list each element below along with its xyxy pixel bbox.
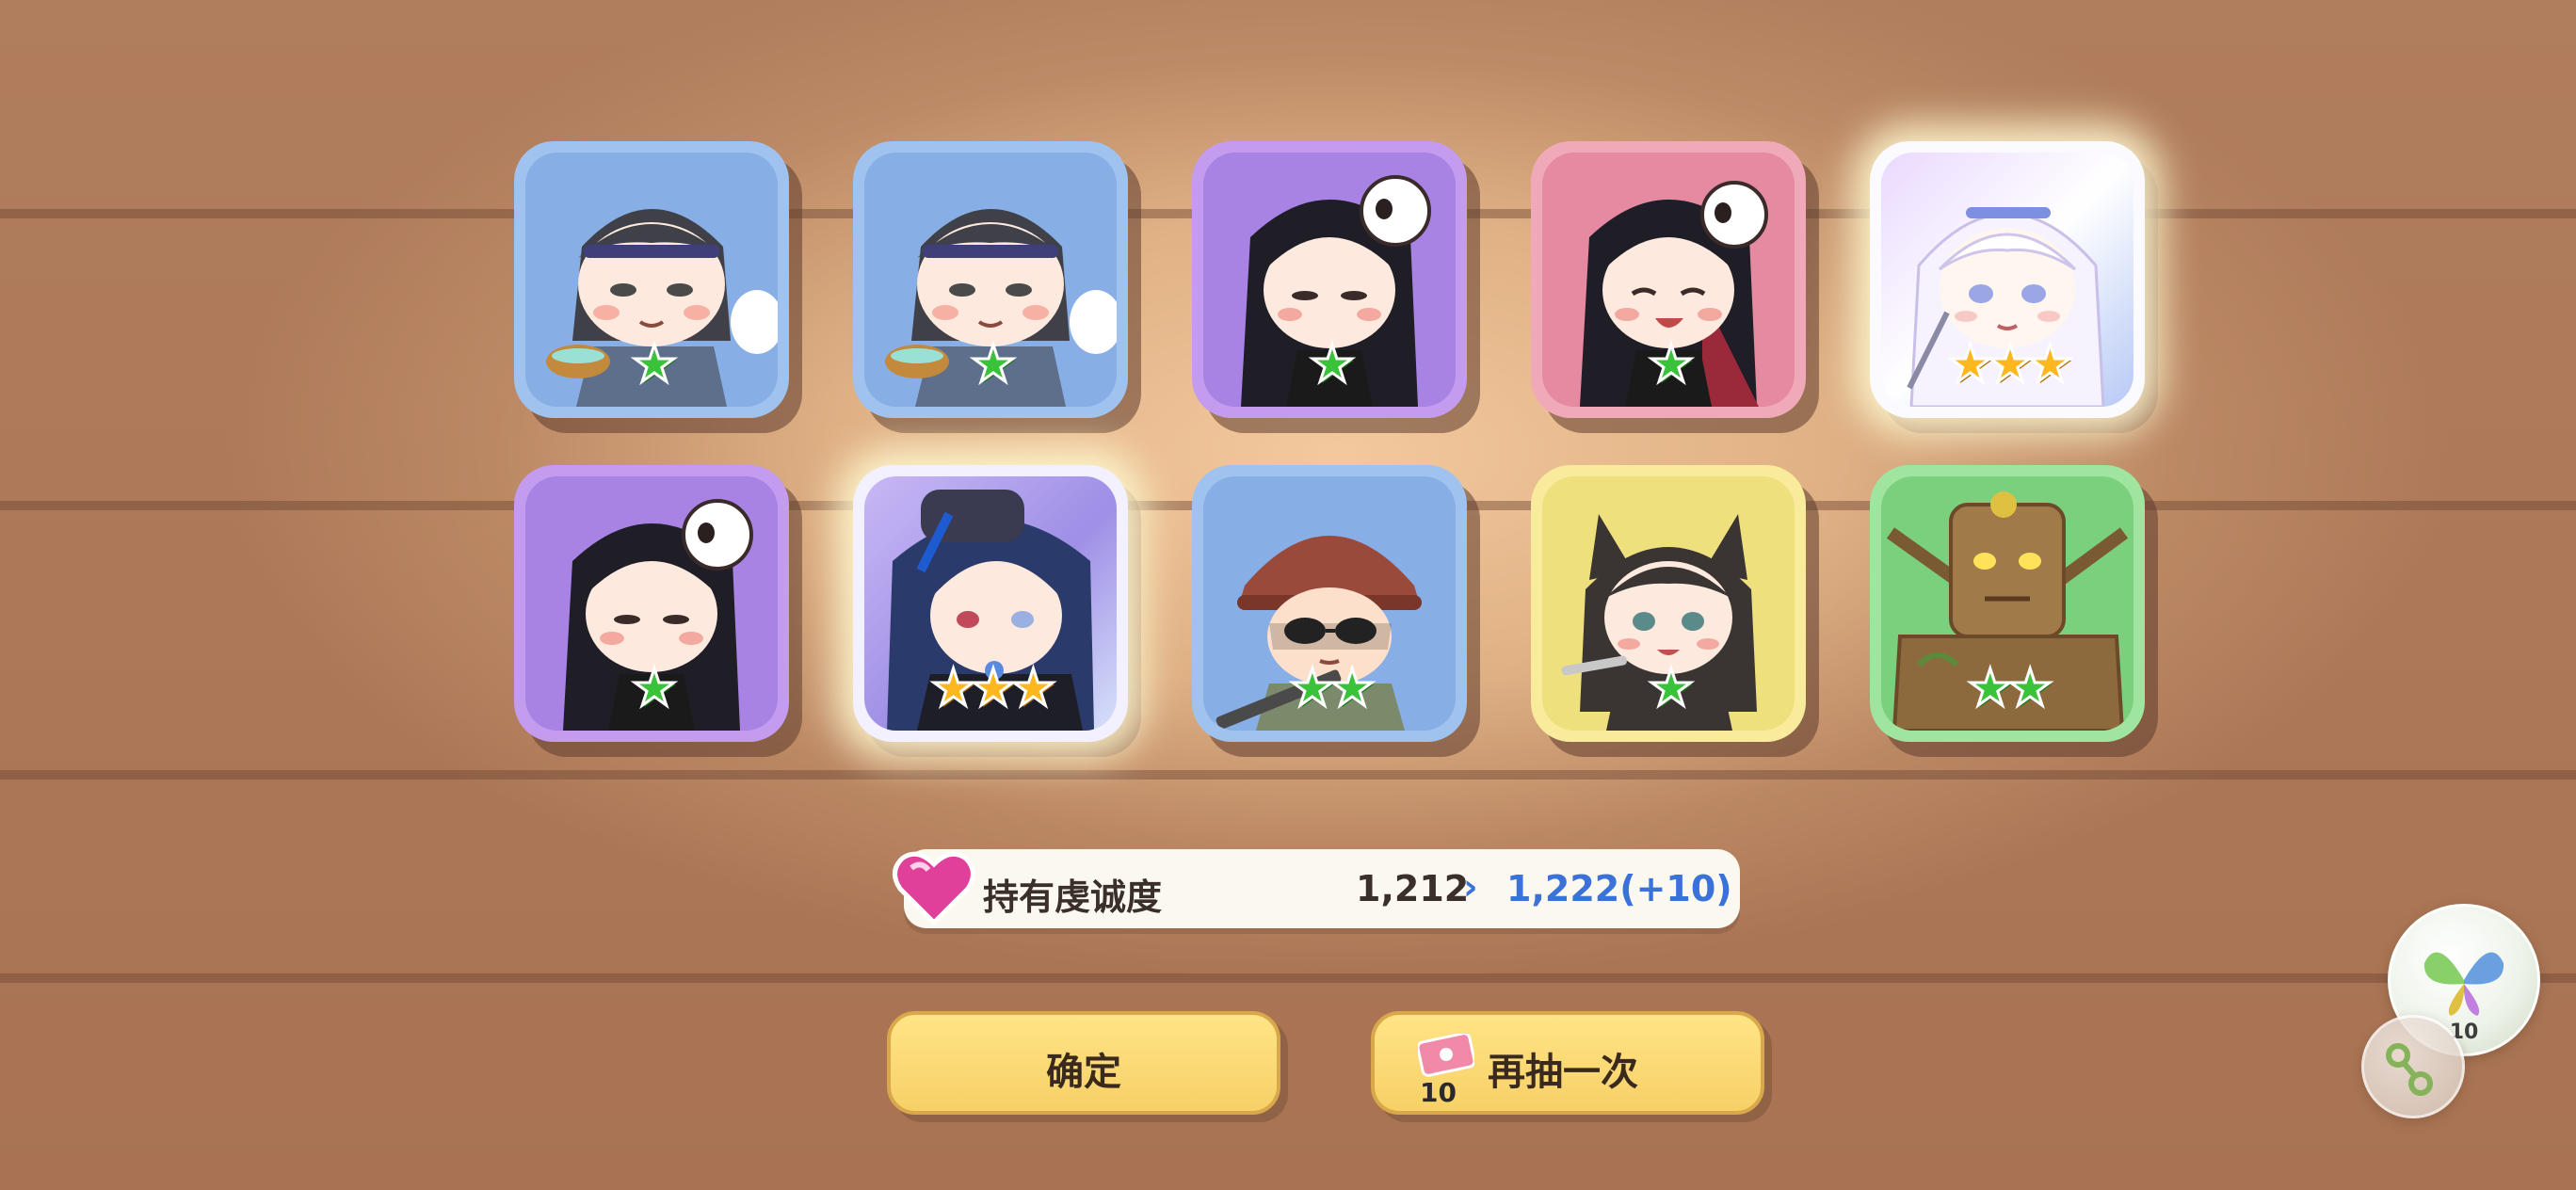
devotion-bar: 持有虔诚度 1,212 › 1,222(+10) bbox=[893, 849, 1740, 928]
wall-plank-line bbox=[0, 973, 2576, 983]
rarity-stars: ★★ bbox=[1288, 658, 1377, 717]
rarity-stars: ★ bbox=[1308, 334, 1356, 394]
rarity-stars: ★ bbox=[630, 334, 678, 394]
character-card-3[interactable]: ★ bbox=[1192, 141, 1467, 418]
confirm-button[interactable]: 确定 bbox=[887, 1011, 1280, 1115]
wall-plank-line bbox=[0, 770, 2576, 780]
heart-gem-icon bbox=[893, 851, 975, 926]
rarity-stars: ★ bbox=[1647, 658, 1695, 717]
character-card-10[interactable]: ★★ bbox=[1870, 465, 2145, 742]
character-card-5[interactable]: ★★★ bbox=[1870, 141, 2145, 418]
rarity-stars: ★★ bbox=[1966, 658, 2054, 717]
character-card-7[interactable]: ★★★ bbox=[853, 465, 1128, 742]
devotion-new-value: 1,222(+10) bbox=[1506, 868, 1732, 909]
devotion-old-value: 1,212 bbox=[1356, 868, 1470, 909]
character-card-2[interactable]: ★ bbox=[853, 141, 1128, 418]
draw-again-label: 再抽一次 bbox=[1488, 1051, 1638, 1094]
devotion-label: 持有虔诚度 bbox=[983, 876, 1163, 918]
character-card-4[interactable]: ★ bbox=[1531, 141, 1806, 418]
rarity-stars: ★★★ bbox=[929, 658, 1057, 717]
rarity-stars: ★ bbox=[969, 334, 1017, 394]
rarity-stars: ★★★ bbox=[1946, 334, 2074, 394]
confirm-button-label: 确定 bbox=[1046, 1051, 1121, 1094]
share-bubble[interactable] bbox=[2361, 1015, 2465, 1118]
character-card-1[interactable]: ★ bbox=[514, 141, 789, 418]
devotion-arrow: › bbox=[1463, 866, 1478, 908]
character-card-8[interactable]: ★★ bbox=[1192, 465, 1467, 742]
draw-again-button[interactable]: 10 再抽一次 bbox=[1371, 1011, 1764, 1115]
ticket-icon bbox=[1418, 1034, 1474, 1077]
rarity-stars: ★ bbox=[630, 658, 678, 717]
character-card-9[interactable]: ★ bbox=[1531, 465, 1806, 742]
rarity-stars: ★ bbox=[1647, 334, 1695, 394]
ticket-count: 10 bbox=[1420, 1077, 1457, 1108]
share-icon bbox=[2386, 1043, 2433, 1096]
character-card-6[interactable]: ★ bbox=[514, 465, 789, 742]
